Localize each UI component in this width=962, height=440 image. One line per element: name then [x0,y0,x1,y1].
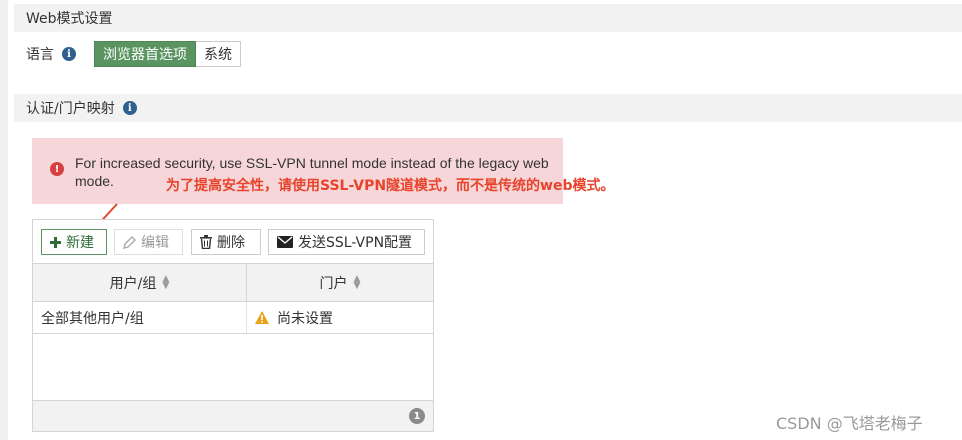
column-header-user-group[interactable]: 用户/组 ▲ ▼ [33,264,247,301]
row-count-badge: 1 [409,408,425,424]
column-label: 用户/组 [109,275,157,292]
new-button[interactable]: 新建 [41,229,107,255]
pencil-icon [123,235,136,249]
edit-button[interactable]: 编辑 [114,229,183,255]
send-sslvpn-config-button[interactable]: 发送SSL-VPN配置 [268,229,425,255]
table-empty-area [33,334,433,401]
annotation-text: 为了提高安全性，请使用SSL-VPN隧道模式，而不是传统的web模式。 [166,178,615,194]
info-icon[interactable]: i [122,101,137,115]
mapping-toolbar: 新建 编辑 删除 发送SSL-VPN配置 [32,219,434,263]
table-row[interactable]: 全部其他用户/组 尚未设置 [33,302,433,334]
envelope-icon [277,236,293,248]
column-header-portal[interactable]: 门户 ▲ ▼ [247,264,433,301]
cell-user-group: 全部其他用户/组 [33,302,247,333]
auth-mapping-section-header: 认证/门户映射 i [14,94,962,122]
web-mode-title: Web模式设置 [26,11,113,27]
language-label: 语言 [26,47,54,63]
error-icon: ! [50,162,64,176]
info-icon[interactable]: i [62,47,76,61]
language-selector: 浏览器首选项 系统 [94,41,241,67]
new-button-label: 新建 [66,235,94,251]
column-label: 门户 [319,275,348,292]
web-mode-section-header: Web模式设置 [14,4,962,32]
left-edge-bar [0,0,8,440]
sort-icon: ▲ ▼ [162,273,170,291]
send-button-label: 发送SSL-VPN配置 [298,235,413,251]
delete-button-label: 删除 [217,235,245,251]
watermark: CSDN @飞塔老梅子 [776,414,923,433]
portal-value: 尚未设置 [277,310,333,327]
delete-button[interactable]: 删除 [191,229,261,255]
plus-icon [50,236,61,248]
mapping-table: 用户/组 ▲ ▼ 门户 ▲ ▼ 全部其他用户/组 尚未设置 1 [32,263,434,432]
table-footer: 1 [33,401,433,431]
warning-icon [255,311,269,324]
table-header: 用户/组 ▲ ▼ 门户 ▲ ▼ [33,264,433,302]
sort-icon: ▲ ▼ [353,273,361,291]
auth-mapping-title: 认证/门户映射 [26,101,115,117]
cell-portal: 尚未设置 [247,302,433,333]
edit-button-label: 编辑 [141,235,169,251]
language-row: 语言 i 浏览器首选项 系统 [26,40,241,68]
trash-icon [200,235,212,249]
language-option-browser[interactable]: 浏览器首选项 [94,41,196,67]
language-option-system[interactable]: 系统 [196,41,241,67]
